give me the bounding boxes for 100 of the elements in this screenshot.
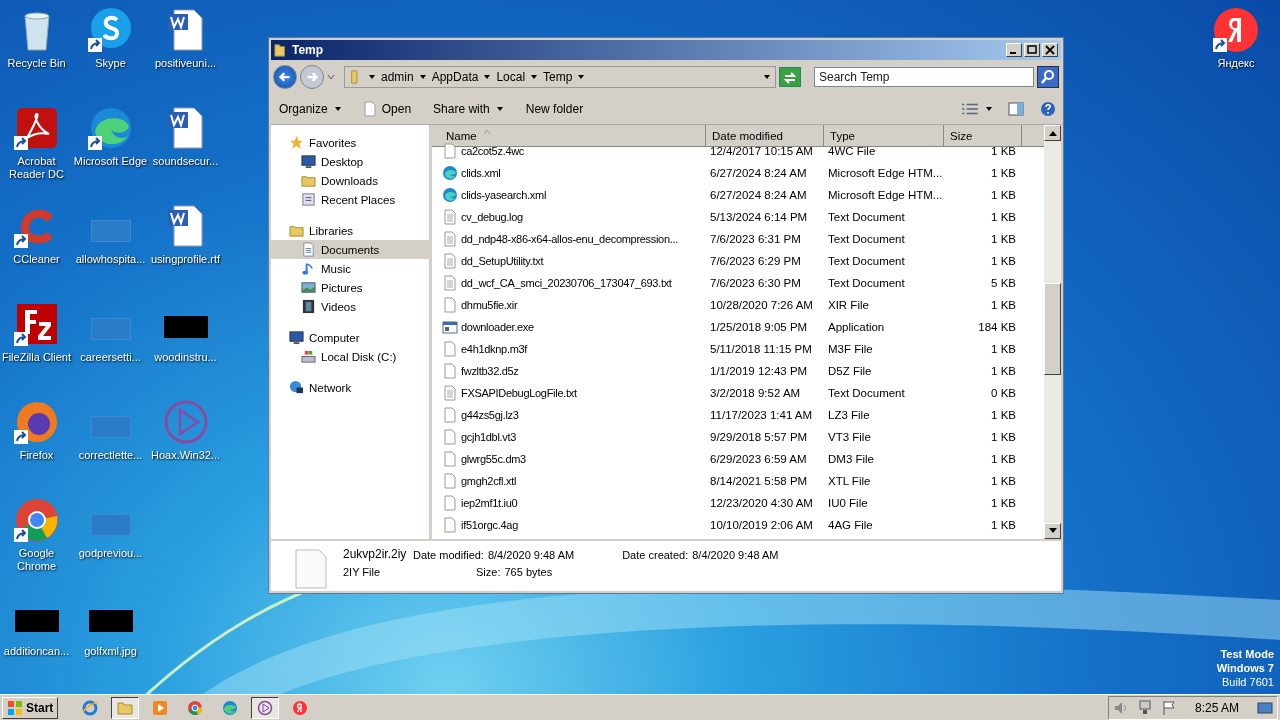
file-name-cell[interactable]: downloader.exe: [432, 319, 706, 335]
desktop-icon-label[interactable]: woodinstru...: [148, 351, 223, 364]
desktop-icon-label[interactable]: usingprofile.rtf: [148, 253, 223, 266]
file-name-cell[interactable]: dd_wcf_CA_smci_20230706_173047_693.txt: [432, 275, 706, 291]
desktop-icon-label[interactable]: additioncan...: [0, 645, 74, 658]
edge-file-icon: [442, 165, 458, 181]
address-bar[interactable]: admin AppData Local Temp: [344, 66, 776, 88]
nav-item[interactable]: Pictures: [271, 278, 429, 297]
minimize-button[interactable]: [1006, 43, 1022, 57]
globe-icon: [289, 380, 304, 395]
toolbar-button[interactable]: Open: [359, 99, 416, 119]
file-icon: [442, 429, 458, 445]
desktop-icon-label[interactable]: Яндекс: [1199, 57, 1273, 70]
desktop-icon-label[interactable]: careersetti...: [73, 351, 148, 364]
desktop-icon-label[interactable]: allowhospita...: [73, 253, 148, 266]
network-icon[interactable]: [1136, 700, 1153, 716]
desktop-icon-label[interactable]: Google Chrome: [0, 547, 74, 573]
detail-label: Date modified:: [413, 549, 484, 561]
desktop-icon-label[interactable]: Skype: [73, 57, 148, 70]
search-button[interactable]: [1037, 66, 1059, 88]
nav-item[interactable]: Computer: [271, 328, 429, 347]
nav-item[interactable]: Music: [271, 259, 429, 278]
clock[interactable]: 8:25 AM: [1194, 701, 1239, 715]
nav-item[interactable]: Recent Places: [271, 190, 429, 209]
app-icon: [292, 700, 309, 716]
desktop-icon-label[interactable]: Acrobat Reader DC: [0, 155, 74, 181]
preview-pane-icon: [1007, 101, 1025, 117]
breadcrumb-item[interactable]: AppData: [431, 70, 479, 84]
scroll-down-button[interactable]: [1044, 523, 1061, 539]
folder-icon: [117, 700, 134, 716]
back-button[interactable]: [273, 65, 297, 89]
refresh-button[interactable]: [779, 67, 801, 87]
table-cell-text: 1 KB: [990, 211, 1017, 223]
folder-icon: [274, 43, 288, 57]
scrollbar[interactable]: [1044, 125, 1061, 539]
breadcrumb-item[interactable]: admin: [381, 70, 414, 84]
file-name-cell[interactable]: dd_SetupUtility.txt: [432, 253, 706, 269]
file-name-cell[interactable]: e4h1dknp.m3f: [432, 341, 706, 357]
table-cell-text: M3F File: [827, 343, 874, 355]
caret-icon: [333, 105, 342, 113]
nav-item[interactable]: Desktop: [271, 152, 429, 171]
file-name-cell[interactable]: g44zs5gj.lz3: [432, 407, 706, 423]
table-cell-text: Text Document: [827, 277, 906, 289]
desktop-icon-label[interactable]: Microsoft Edge: [73, 155, 148, 168]
close-button[interactable]: [1042, 43, 1058, 57]
desktop-icon-label[interactable]: Firefox: [0, 449, 74, 462]
file-name-cell[interactable]: dd_ndp48-x86-x64-allos-enu_decompression...: [432, 231, 706, 247]
file-name-cell[interactable]: gcjh1dbl.vt3: [432, 429, 706, 445]
help-button[interactable]: [1039, 101, 1057, 117]
breadcrumb-item[interactable]: Temp: [543, 70, 573, 84]
scroll-thumb[interactable]: [1044, 283, 1061, 375]
desktop-icon-label[interactable]: correctlette...: [73, 449, 148, 462]
file-name-cell[interactable]: clids.xml: [432, 165, 706, 181]
caret-icon[interactable]: [985, 105, 993, 113]
nav-item[interactable]: Local Disk (C:): [271, 347, 429, 366]
view-options-button[interactable]: [961, 101, 979, 117]
table-cell-text: 1 KB: [990, 299, 1017, 311]
toolbar-button[interactable]: Organize: [275, 100, 346, 118]
file-name-cell[interactable]: if51orgc.4ag: [432, 517, 706, 533]
nav-item[interactable]: Network: [271, 378, 429, 397]
flag-icon[interactable]: [1160, 700, 1177, 716]
refresh-icon: [782, 70, 798, 86]
table-cell-text: 6/27/2024 8:24 AM: [709, 189, 808, 201]
forward-button[interactable]: [300, 65, 324, 89]
nav-item[interactable]: Documents: [271, 240, 429, 259]
nav-item[interactable]: Libraries: [271, 221, 429, 240]
window-title: Temp: [292, 43, 325, 57]
nav-item[interactable]: Favorites: [271, 133, 429, 152]
desktop-icon-label[interactable]: CCleaner: [0, 253, 74, 266]
breadcrumb-item[interactable]: Local: [496, 70, 526, 84]
file-name-cell[interactable]: cv_debug.log: [432, 209, 706, 225]
file-name-cell[interactable]: iep2mf1t.iu0: [432, 495, 706, 511]
nav-item[interactable]: Downloads: [271, 171, 429, 190]
preview-pane-button[interactable]: [1007, 101, 1025, 117]
app-icon: [187, 700, 204, 716]
toolbar-button[interactable]: Share with: [429, 100, 508, 118]
file-name-cell[interactable]: dhmu5fie.xir: [432, 297, 706, 313]
history-caret-icon[interactable]: [327, 73, 335, 81]
desktop-icon-label[interactable]: FileZilla Client: [0, 351, 74, 364]
show-desktop-icon[interactable]: [1257, 700, 1273, 716]
start-button[interactable]: Start: [2, 697, 59, 719]
file-name-cell[interactable]: FXSAPIDebugLogFile.txt: [432, 385, 706, 401]
desktop-icon-label[interactable]: positiveuni...: [148, 57, 223, 70]
scroll-up-button[interactable]: [1044, 125, 1061, 141]
taskbar-app-button[interactable]: [251, 697, 280, 719]
file-name-cell[interactable]: clids-yasearch.xml: [432, 187, 706, 203]
desktop-icon-label[interactable]: Recycle Bin: [0, 57, 74, 70]
file-name-cell[interactable]: glwrg55c.dm3: [432, 451, 706, 467]
table-cell-text: 8/14/2021 5:58 PM: [709, 475, 809, 487]
taskbar-app-button[interactable]: [111, 697, 140, 719]
desktop-icon-label[interactable]: soundsecur...: [148, 155, 223, 168]
table-cell-text: 1 KB: [990, 145, 1017, 157]
file-name-cell[interactable]: fwzltb32.d5z: [432, 363, 706, 379]
table-cell-text: 5/11/2018 11:15 PM: [709, 343, 813, 355]
toolbar-button[interactable]: New folder: [521, 100, 588, 118]
table-cell-text: 1 KB: [990, 431, 1017, 443]
file-name-cell[interactable]: gmgh2cfl.xtl: [432, 473, 706, 489]
nav-item[interactable]: Videos: [271, 297, 429, 316]
maximize-button[interactable]: [1024, 43, 1040, 57]
search-field[interactable]: Search Temp: [814, 67, 1034, 87]
